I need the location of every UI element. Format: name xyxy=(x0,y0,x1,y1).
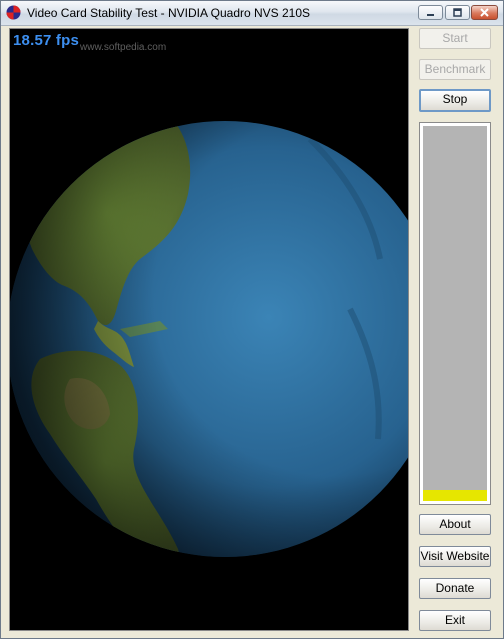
fps-counter: 18.57 fps xyxy=(13,32,80,49)
render-viewport[interactable]: 18.57 fps www.softpedia.com xyxy=(9,28,409,631)
app-window: Video Card Stability Test - NVIDIA Quadr… xyxy=(0,0,504,639)
load-meter-fill xyxy=(423,489,487,501)
about-button[interactable]: About xyxy=(419,514,491,535)
app-icon xyxy=(6,5,21,20)
stop-button[interactable]: Stop xyxy=(419,89,491,112)
donate-button[interactable]: Donate xyxy=(419,578,491,599)
visit-website-button[interactable]: Visit Website xyxy=(419,546,491,567)
control-panel: Start Benchmark Stop About Visit Website… xyxy=(413,1,503,638)
benchmark-button[interactable]: Benchmark xyxy=(419,59,491,80)
earth-globe-image xyxy=(10,121,408,557)
watermark-text: www.softpedia.com xyxy=(80,42,167,53)
exit-button[interactable]: Exit xyxy=(419,610,491,631)
window-title: Video Card Stability Test - NVIDIA Quadr… xyxy=(27,6,311,20)
start-button[interactable]: Start xyxy=(419,28,491,49)
load-meter-track xyxy=(423,126,487,501)
load-meter xyxy=(419,122,491,505)
